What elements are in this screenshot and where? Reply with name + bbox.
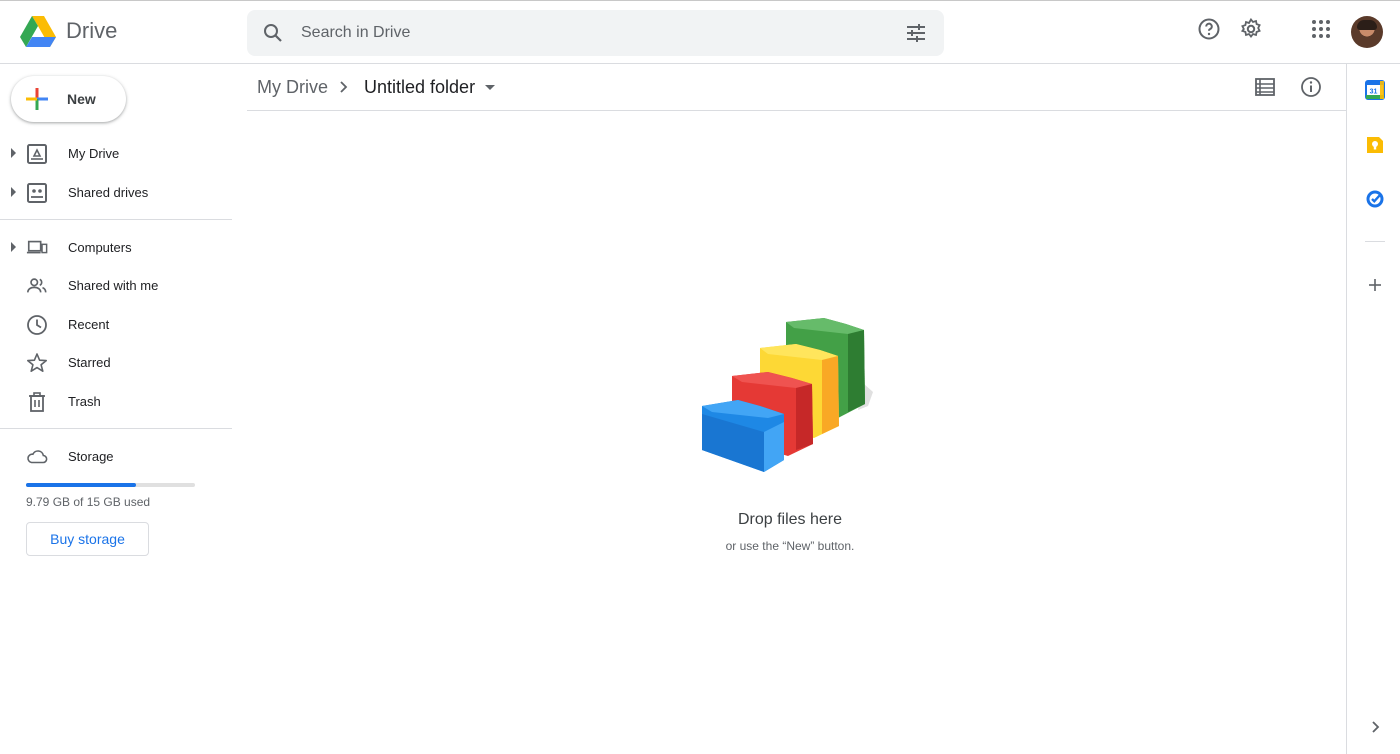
expand-arrow-icon[interactable] (11, 148, 16, 158)
search-bar[interactable] (247, 10, 944, 56)
sidebar-item-label: Starred (68, 355, 111, 370)
sidebar-item-recent[interactable]: Recent (0, 305, 232, 343)
tune-icon[interactable] (904, 21, 928, 45)
tasks-icon[interactable] (1365, 189, 1385, 209)
my-drive-icon (27, 144, 47, 164)
new-button[interactable]: New (11, 76, 126, 122)
calendar-icon[interactable]: 31 (1365, 80, 1385, 100)
empty-state-subtitle: or use the “New” button. (725, 539, 855, 553)
chevron-right-icon[interactable] (1365, 717, 1385, 737)
cloud-icon (27, 450, 48, 464)
storage-used-text: 9.79 GB of 15 GB used (26, 495, 151, 509)
sidebar-item-starred[interactable]: Starred (0, 343, 232, 381)
help-icon[interactable] (1197, 17, 1221, 41)
settings-icon[interactable] (1239, 17, 1263, 41)
expand-arrow-icon[interactable] (11, 187, 16, 197)
breadcrumb-root[interactable]: My Drive (257, 77, 328, 98)
calendar-day: 31 (1370, 89, 1378, 96)
sidebar-item-label: Trash (68, 394, 101, 409)
empty-state-title: Drop files here (737, 511, 843, 528)
sidebar-item-shared-drives[interactable]: Shared drives (0, 173, 232, 211)
storage-usage-bar (26, 483, 195, 487)
expand-arrow-icon[interactable] (11, 242, 16, 252)
search-input[interactable] (301, 10, 861, 56)
sidebar-item-label: Recent (68, 317, 110, 332)
multicolor-plus-icon (26, 88, 48, 110)
drive-logo[interactable]: Drive (20, 15, 117, 47)
sidebar-item-trash[interactable]: Trash (0, 382, 232, 420)
main-toolbar: My Drive Untitled folder (247, 64, 1346, 111)
new-button-label: New (67, 91, 96, 107)
folder-menu-dropdown-icon[interactable] (485, 85, 495, 90)
sidebar-item-label: My Drive (68, 146, 120, 161)
sidebar-item-storage[interactable]: Storage (0, 437, 232, 475)
sidebar-item-label: Computers (68, 240, 132, 255)
storage-usage-fill (26, 483, 136, 487)
top-header: Drive (0, 0, 1400, 64)
buy-storage-button[interactable]: Buy storage (26, 522, 149, 556)
apps-grid-icon[interactable] (1309, 17, 1333, 41)
account-avatar[interactable] (1351, 16, 1383, 48)
rail-divider (1365, 241, 1385, 242)
breadcrumb-current-folder[interactable]: Untitled folder (364, 77, 475, 98)
shared-drives-icon (27, 183, 47, 203)
search-icon[interactable] (261, 21, 285, 45)
shared-with-me-icon (27, 278, 47, 293)
sidebar-item-label: Shared with me (68, 278, 159, 293)
list-view-icon[interactable] (1254, 76, 1276, 98)
empty-folder-illustration (702, 318, 873, 472)
sidebar-item-my-drive[interactable]: My Drive (0, 134, 232, 172)
sidebar-item-shared-with-me[interactable]: Shared with me (0, 266, 232, 304)
trash-icon (29, 392, 45, 412)
star-icon (26, 353, 48, 373)
side-panel-rail: 31 (1346, 64, 1400, 754)
app-name: Drive (66, 18, 118, 43)
computers-icon (26, 240, 48, 254)
sidebar-item-label: Shared drives (68, 185, 149, 200)
chevron-right-icon (340, 81, 348, 93)
sidebar-divider (0, 428, 232, 429)
sidebar-item-computers[interactable]: Computers (0, 228, 232, 266)
keep-icon[interactable] (1365, 135, 1385, 155)
storage-label: Storage (68, 449, 114, 464)
drive-logo-icon (20, 16, 56, 47)
sidebar-divider (0, 219, 232, 220)
clock-icon (27, 315, 47, 335)
info-icon[interactable] (1300, 76, 1322, 98)
add-icon[interactable] (1365, 275, 1385, 295)
